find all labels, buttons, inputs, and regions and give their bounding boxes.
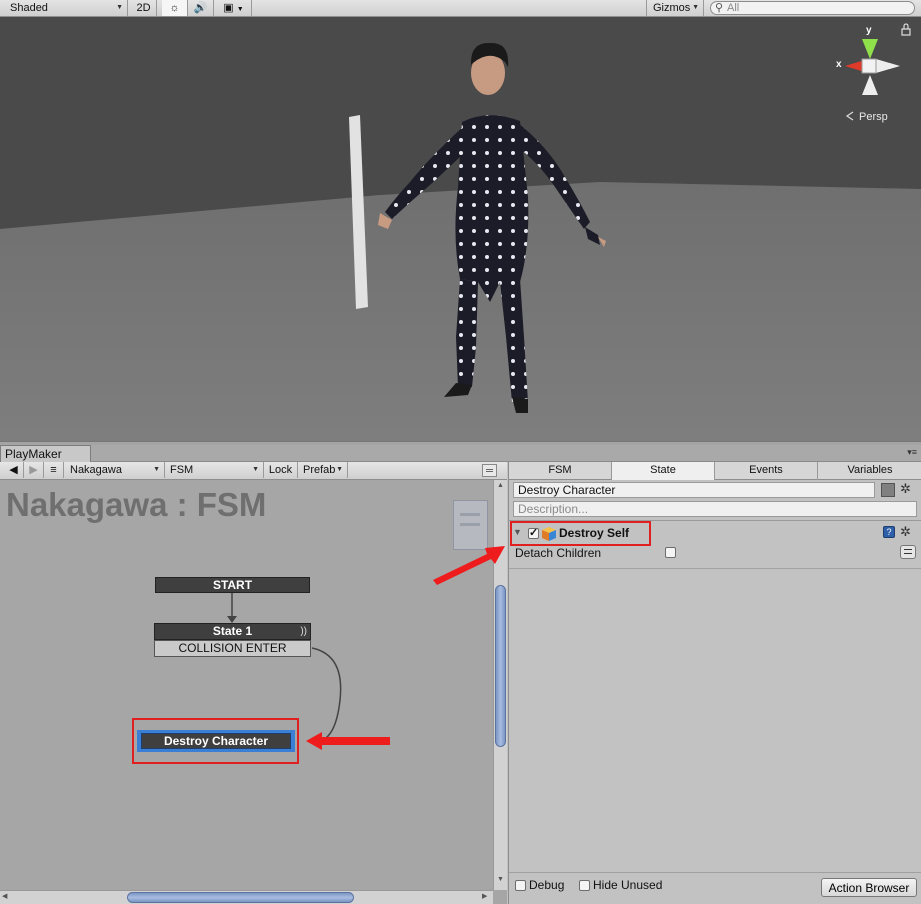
- playmaker-tab[interactable]: PlayMaker: [0, 445, 91, 462]
- tab-events[interactable]: Events: [715, 462, 818, 480]
- search-placeholder: All: [727, 2, 740, 14]
- dropdown-arrow-icon: ▼: [336, 466, 343, 473]
- gizmo-x-label: x: [836, 59, 842, 70]
- sun-icon: ☼: [169, 2, 180, 14]
- back-button[interactable]: ◀: [4, 462, 24, 478]
- prefab-label: Prefab: [303, 464, 336, 476]
- scroll-down-icon[interactable]: ▼: [497, 876, 504, 883]
- action-settings-gear-icon[interactable]: ✲: [900, 524, 911, 540]
- shading-mode-dropdown[interactable]: Shaded ▼: [0, 0, 128, 16]
- gameobject-dropdown[interactable]: Nakagawa ▼: [64, 462, 165, 478]
- vertical-scroll-thumb[interactable]: [495, 585, 506, 747]
- state-inspector: Destroy Character ✲ Description... ▼ ✓ D…: [508, 480, 921, 904]
- playmaker-tabbar: PlayMaker ▾≡: [0, 445, 921, 462]
- hamburger-icon: ≡: [50, 464, 57, 476]
- horizontal-scroll-thumb[interactable]: [127, 892, 354, 903]
- dropdown-arrow-icon: ▼: [692, 4, 699, 11]
- projection-label[interactable]: Persp: [859, 111, 888, 123]
- checkmark-icon: ✓: [529, 527, 539, 539]
- scene-effects-button[interactable]: ▣ ▼: [216, 0, 252, 16]
- speaker-icon: 🔊: [193, 2, 208, 14]
- gizmos-label: Gizmos: [653, 2, 691, 14]
- state-name-field[interactable]: Destroy Character: [513, 482, 875, 498]
- window-menu-icon[interactable]: ▾≡: [907, 447, 917, 458]
- state-color-swatch[interactable]: [881, 483, 895, 497]
- state-action-icon: )): [300, 626, 307, 637]
- dropdown-arrow-icon: ▼: [116, 4, 123, 11]
- shading-mode-label: Shaded: [10, 2, 48, 14]
- fsm-label: FSM: [170, 464, 194, 476]
- graph-horizontal-scrollbar[interactable]: ◀ ▶: [0, 890, 493, 904]
- minimap-icon: [486, 469, 493, 472]
- hide-unused-label: Hide Unused: [593, 878, 663, 892]
- state1-transition[interactable]: COLLISION ENTER: [154, 640, 311, 657]
- annotation-arrow-icon: [306, 732, 390, 750]
- menu-button[interactable]: ≡: [44, 462, 64, 478]
- scroll-right-icon[interactable]: ▶: [482, 892, 487, 900]
- destroy-character-node[interactable]: Destroy Character: [141, 733, 291, 749]
- scene-lighting-button[interactable]: ☼: [162, 0, 188, 16]
- hide-unused-checkbox[interactable]: [579, 880, 590, 891]
- arrow-left-icon: ◀: [9, 464, 18, 476]
- start-node[interactable]: START: [155, 577, 310, 593]
- fsm-dropdown[interactable]: FSM ▼: [165, 462, 264, 478]
- 2d-toggle-button[interactable]: 2D: [131, 0, 157, 16]
- detach-children-checkbox[interactable]: [665, 547, 676, 558]
- selected-state-outline: Destroy Character: [137, 730, 295, 752]
- state-settings-gear-icon[interactable]: ✲: [900, 481, 911, 497]
- tab-variables[interactable]: Variables: [818, 462, 921, 480]
- state1-name: State 1: [212, 624, 253, 638]
- state-description-field[interactable]: Description...: [513, 501, 917, 517]
- graph-toolbar: ◀ ▶ ≡ Nakagawa ▼ FSM ▼ Lock Prefab ▼: [0, 462, 507, 480]
- scroll-left-icon[interactable]: ◀: [2, 892, 7, 900]
- tab-state[interactable]: State: [612, 462, 715, 480]
- scene-search-input[interactable]: ⚲ All: [710, 1, 915, 15]
- action-enabled-checkbox[interactable]: ✓: [528, 527, 539, 539]
- image-icon: ▣: [223, 2, 234, 14]
- expand-triangle-icon[interactable]: ▼: [513, 527, 522, 537]
- minimap-toggle-button[interactable]: [482, 464, 497, 477]
- equals-icon: [904, 549, 912, 554]
- annotation-arrow-action-icon: [433, 546, 505, 585]
- state1-node[interactable]: State 1 )): [154, 623, 311, 640]
- transition-links: [227, 592, 390, 750]
- dropdown-arrow-icon: ▼: [153, 466, 160, 473]
- scene-render: [0, 17, 921, 441]
- debug-label: Debug: [529, 878, 565, 892]
- scene-audio-button[interactable]: 🔊: [188, 0, 214, 16]
- tab-fsm[interactable]: FSM: [509, 462, 612, 480]
- gizmo-y-label: y: [866, 25, 872, 36]
- prefab-dropdown[interactable]: Prefab ▼: [298, 462, 348, 478]
- search-icon: ⚲: [715, 2, 724, 14]
- dropdown-arrow-icon: ▼: [252, 466, 259, 473]
- lock-button[interactable]: Lock: [264, 462, 298, 478]
- scene-view[interactable]: y x Persp: [0, 17, 921, 441]
- forward-button[interactable]: ▶: [24, 462, 44, 478]
- variable-toggle-button[interactable]: [900, 545, 916, 559]
- cube-icon: [542, 527, 556, 541]
- scene-toolbar: Shaded ▼ 2D ☼ 🔊 ▣ ▼ Gizmos ▼ ⚲ All: [0, 0, 921, 17]
- action-name[interactable]: Destroy Self: [559, 526, 629, 540]
- help-book-icon[interactable]: ?: [883, 526, 895, 538]
- arrow-right-icon: ▶: [29, 464, 38, 476]
- divider: [509, 568, 921, 569]
- inspector-tabs: FSM State Events Variables: [508, 462, 921, 480]
- detach-children-label: Detach Children: [515, 546, 602, 560]
- action-browser-button[interactable]: Action Browser: [821, 878, 917, 897]
- gameobject-label: Nakagawa: [70, 464, 122, 476]
- gizmos-dropdown[interactable]: Gizmos ▼: [646, 0, 704, 16]
- inspector-footer: Debug Hide Unused Action Browser: [509, 872, 921, 904]
- debug-checkbox[interactable]: [515, 880, 526, 891]
- scroll-up-icon[interactable]: ▲: [497, 482, 504, 489]
